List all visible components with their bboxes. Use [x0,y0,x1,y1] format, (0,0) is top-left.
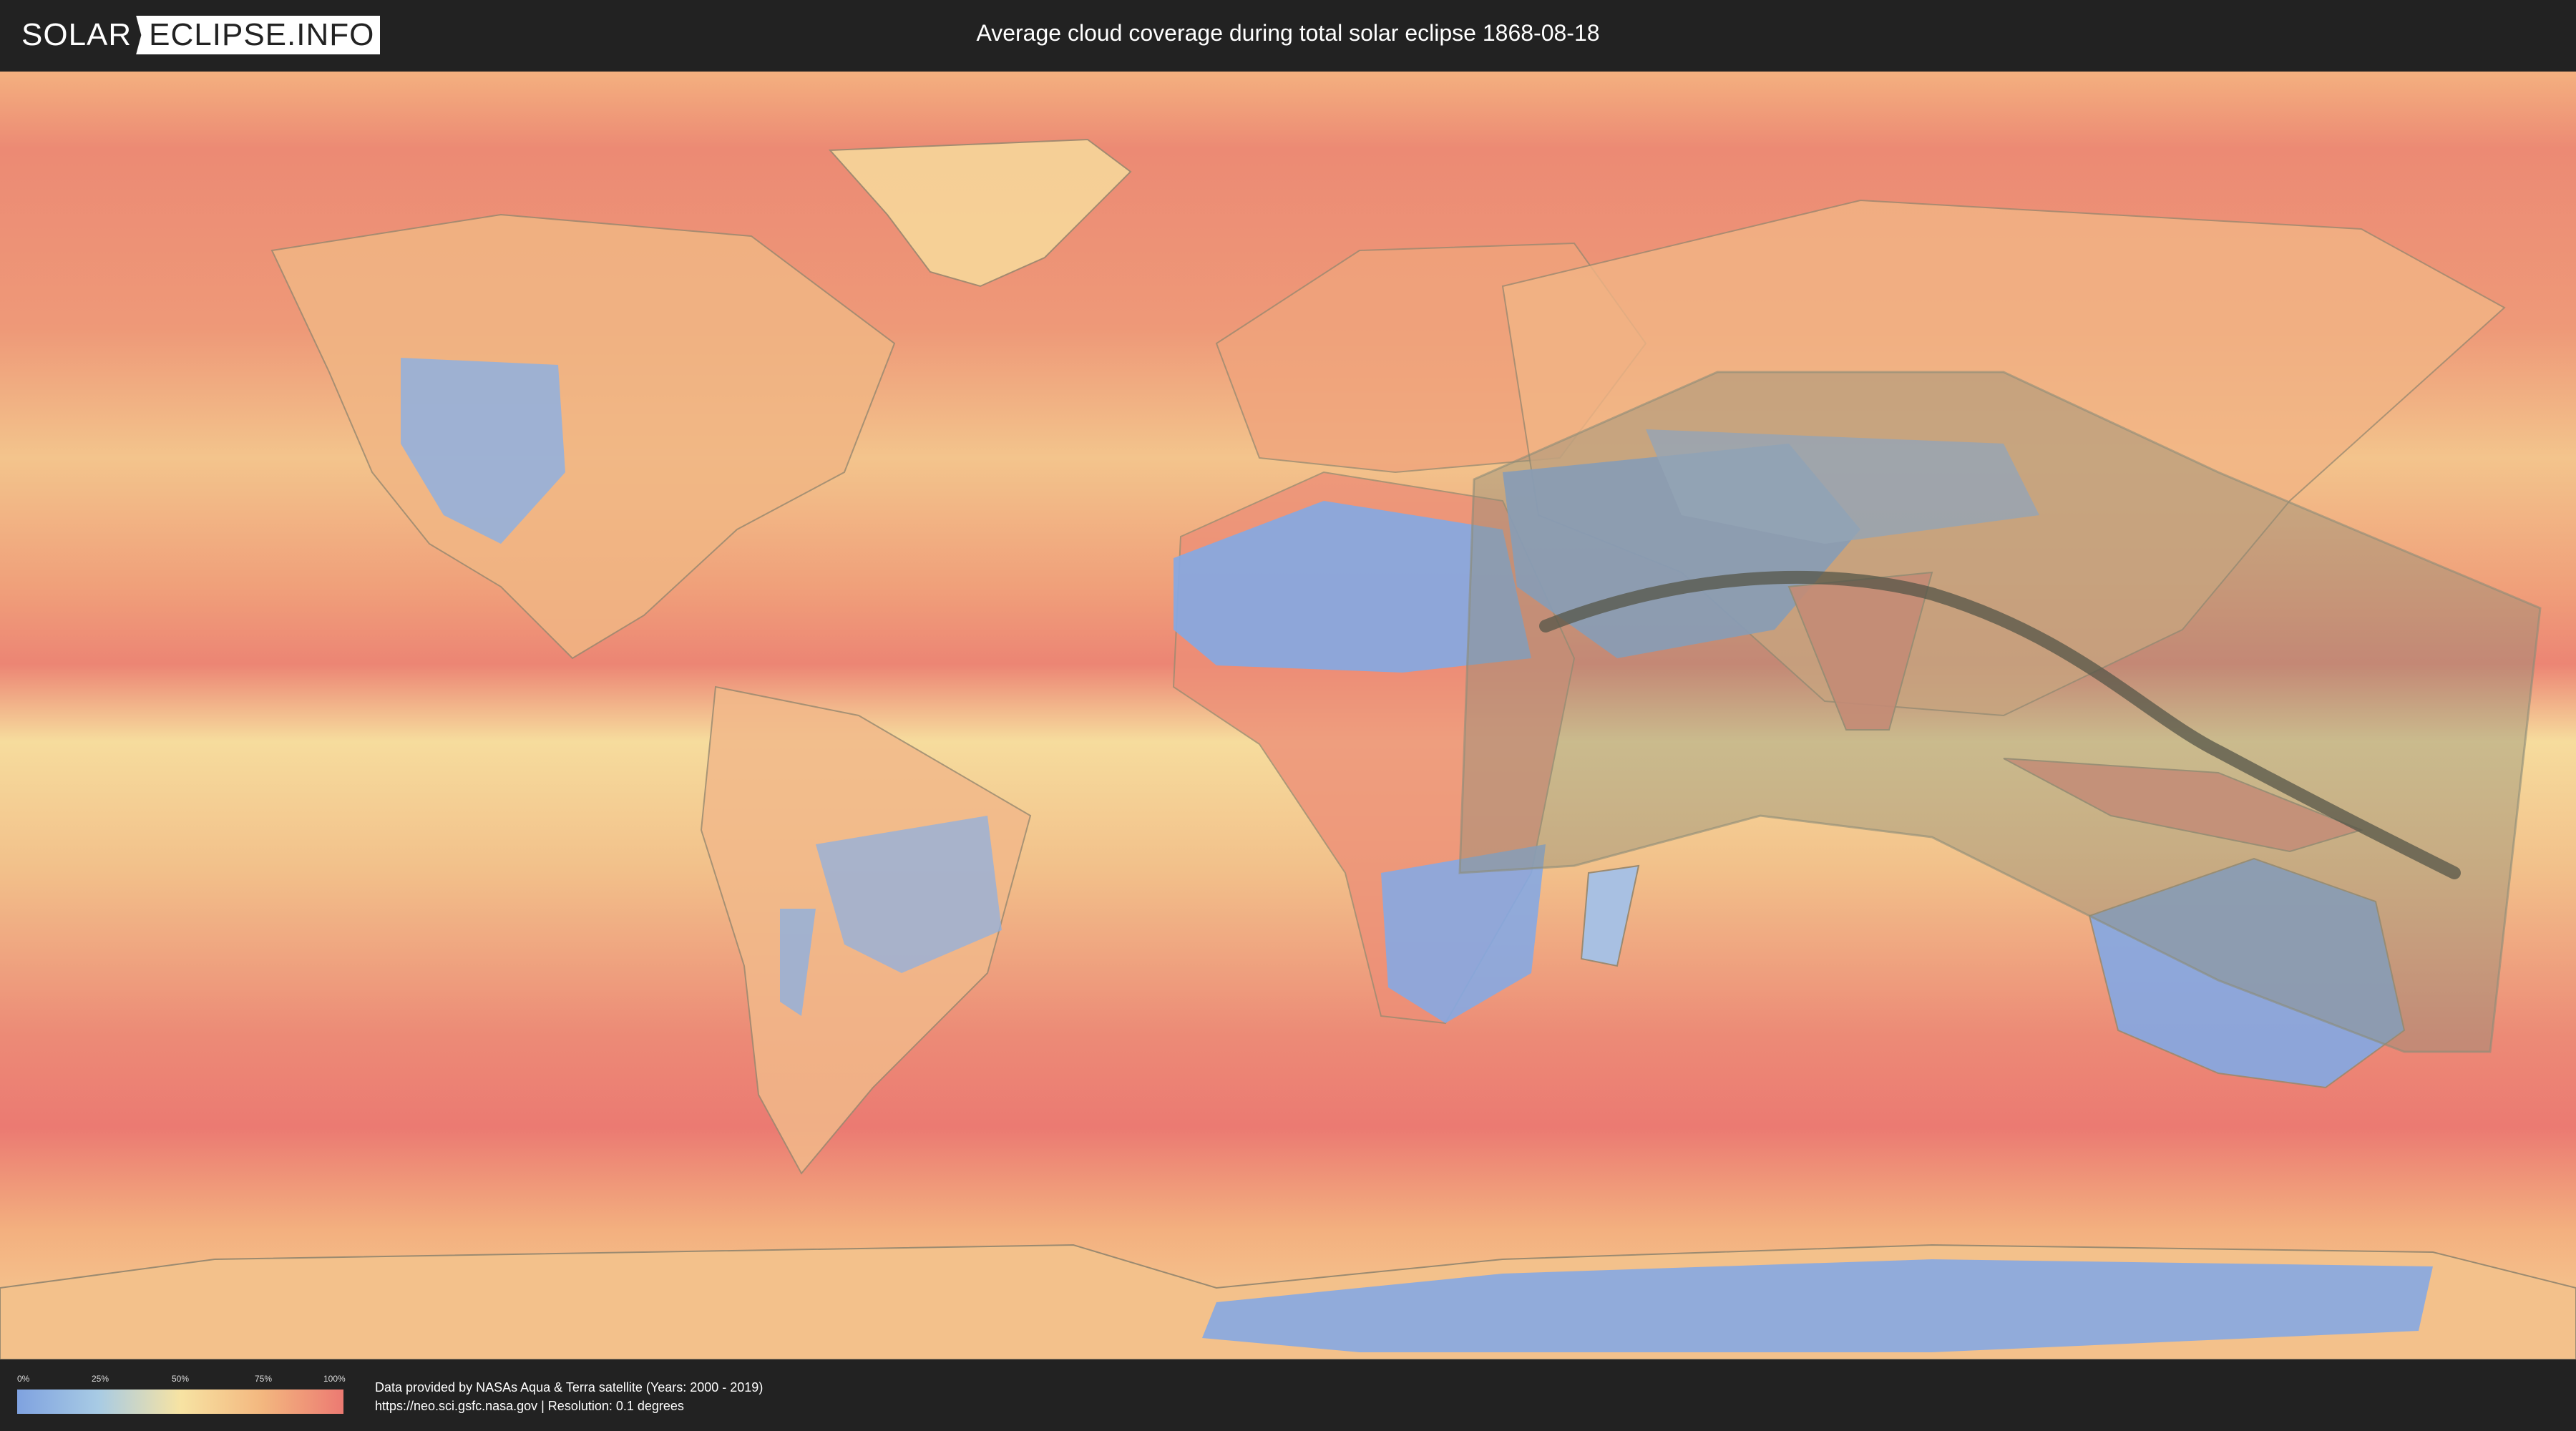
world-map-svg [0,72,2576,1359]
data-source: Data provided by NASAs Aqua & Terra sate… [375,1378,763,1415]
page-title: Average cloud coverage during total sola… [976,20,1600,46]
legend-color-bar [17,1390,343,1414]
footer-bar: 0% 25% 50% 75% 100% Data provided by NAS… [0,1359,2576,1431]
legend-tick-50: 50% [172,1374,190,1384]
legend-tick-0: 0% [17,1374,30,1384]
source-line-2: https://neo.sci.gsfc.nasa.gov | Resoluti… [375,1399,684,1413]
cloud-coverage-map[interactable] [0,72,2576,1359]
legend-tick-25: 25% [92,1374,109,1384]
header-bar: SOLAR ECLIPSE.INFO Average cloud coverag… [0,0,2576,72]
coverage-legend: 0% 25% 50% 75% 100% [17,1374,346,1417]
legend-tick-75: 75% [255,1374,273,1384]
source-line-1: Data provided by NASAs Aqua & Terra sate… [375,1380,763,1395]
legend-ticks: 0% 25% 50% 75% 100% [17,1374,346,1385]
legend-tick-100: 100% [323,1374,346,1384]
